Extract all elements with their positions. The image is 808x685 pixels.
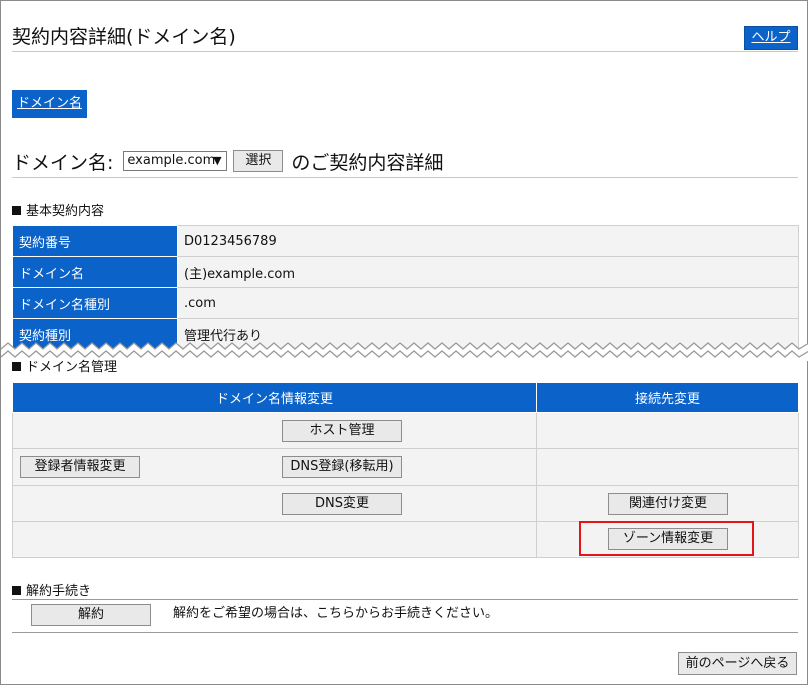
cancellation-section-heading: 解約手続き	[12, 584, 91, 600]
row-key: ドメイン名種別	[12, 287, 178, 319]
zone-change-highlight	[579, 521, 754, 556]
row-value: (主)example.com	[177, 256, 799, 288]
management-section-title: ドメイン名管理	[26, 360, 118, 375]
registrant-info-change-button[interactable]: 登録者情報変更	[20, 456, 140, 478]
cancellation-section-title: 解約手続き	[26, 584, 92, 599]
torn-edge-divider	[1, 342, 808, 359]
domain-select-label: ドメイン名:	[12, 151, 114, 174]
row-key: ドメイン名	[12, 256, 178, 288]
cancellation-description: 解約をご希望の場合は、こちらからお手続きください。	[173, 606, 499, 621]
page-frame: 契約内容詳細(ドメイン名) ヘルプ ドメイン名 ドメイン名: example.c…	[0, 0, 808, 685]
cancellation-bottom-divider	[12, 632, 798, 633]
domain-select[interactable]: example.com ▼	[123, 151, 228, 171]
square-bullet-icon	[12, 362, 21, 371]
table-header-row: ドメイン名情報変更 接続先変更	[12, 382, 799, 413]
select-button[interactable]: 選択	[233, 150, 284, 172]
table-row: ドメイン名 (主)example.com	[12, 256, 799, 288]
cancellation-top-divider	[12, 599, 798, 600]
dns-change-button[interactable]: DNS変更	[282, 493, 402, 515]
management-section-heading: ドメイン名管理	[12, 360, 117, 376]
dns-register-button[interactable]: DNS登録(移転用)	[282, 456, 402, 478]
row-value: D0123456789	[177, 225, 799, 257]
chevron-down-icon: ▼	[213, 154, 222, 167]
col-connection-change: 接続先変更	[536, 382, 799, 413]
square-bullet-icon	[12, 206, 21, 215]
row-key: 契約番号	[12, 225, 178, 257]
basic-contract-table: 契約番号 D0123456789 ドメイン名 (主)example.com ドメ…	[12, 225, 799, 350]
domain-select-row: ドメイン名: example.com ▼ 選択 のご契約内容詳細	[12, 147, 443, 175]
row-value: .com	[177, 287, 799, 319]
table-row	[12, 412, 799, 449]
square-bullet-icon	[12, 586, 21, 595]
table-row: ドメイン名種別 .com	[12, 287, 799, 319]
help-button[interactable]: ヘルプ	[744, 26, 798, 50]
basic-section-title: 基本契約内容	[26, 204, 105, 219]
col-domain-info-change: ドメイン名情報変更	[12, 382, 537, 413]
basic-section-heading: 基本契約内容	[12, 204, 104, 220]
domain-detail-suffix: のご契約内容詳細	[291, 151, 444, 174]
tab-domain[interactable]: ドメイン名	[12, 90, 87, 118]
link-change-button[interactable]: 関連付け変更	[608, 493, 728, 515]
page-title: 契約内容詳細(ドメイン名)	[12, 26, 236, 48]
host-management-button[interactable]: ホスト管理	[282, 420, 402, 442]
domain-divider	[12, 177, 798, 178]
back-button[interactable]: 前のページへ戻る	[678, 652, 797, 675]
cancel-contract-button[interactable]: 解約	[31, 604, 151, 626]
domain-select-value: example.com	[127, 153, 216, 168]
title-divider	[12, 51, 798, 52]
table-row: 契約番号 D0123456789	[12, 225, 799, 257]
